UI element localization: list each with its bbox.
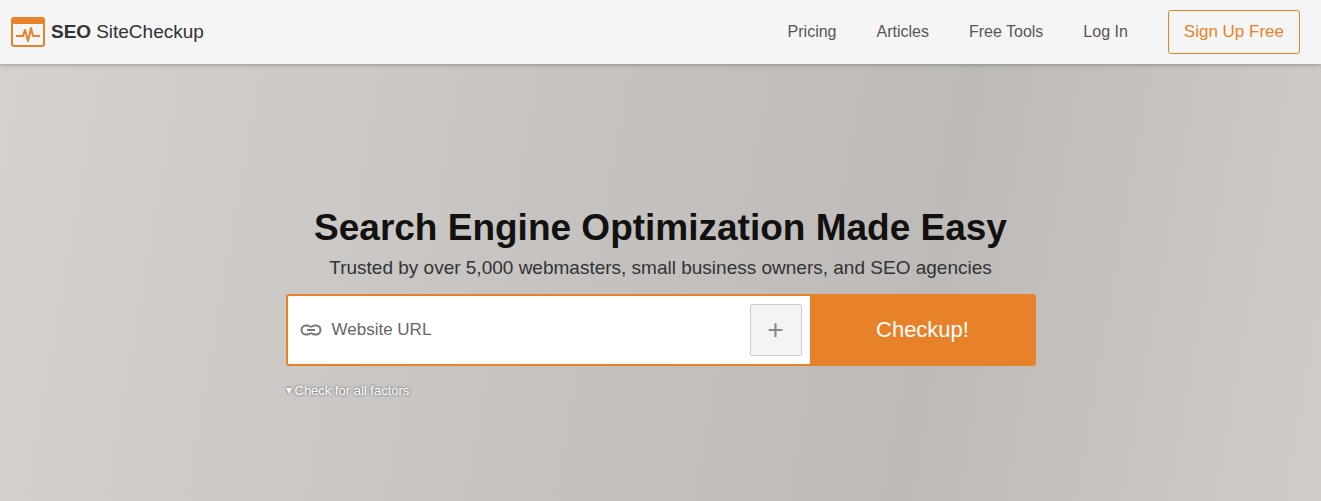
factors-toggle-row: ▾Check for all factors [286,380,1036,398]
hero-subtitle: Trusted by over 5,000 webmasters, small … [329,255,992,281]
hero: Search Engine Optimization Made Easy Trus… [0,64,1321,501]
checkup-button[interactable]: Checkup! [810,294,1036,366]
factors-toggle[interactable]: ▾Check for all factors [286,383,410,398]
url-field[interactable]: Website URL+ [286,294,810,366]
logo[interactable]: SEOSiteCheckup [11,17,204,47]
nav-link[interactable]: Pricing [788,23,837,41]
nav-link[interactable]: Free Tools [969,23,1043,41]
link-icon [300,324,322,336]
url-placeholder: Website URL [332,320,750,340]
logo-text: SiteCheckup [96,21,204,43]
header: SEOSiteCheckup Pricing Articles Free Tools L… [0,0,1321,64]
nav: Pricing Articles Free Tools Log In Sign Up F… [788,10,1300,54]
checkup-form: Website URL+Checkup! [286,294,1036,366]
signup-button[interactable]: Sign Up Free [1168,10,1300,54]
logo-bold-text: SEO [51,21,91,43]
page: SEOSiteCheckup Pricing Articles Free Tools L… [0,0,1321,501]
factors-toggle-text: Check for all factors [295,383,410,398]
hero-title: Search Engine Optimization Made Easy [314,205,1007,251]
pulse-monitor-icon [11,17,45,47]
nav-link[interactable]: Log In [1083,23,1127,41]
caret-down-icon: ▾ [286,383,292,397]
add-url-button[interactable]: + [750,304,802,356]
nav-link[interactable]: Articles [876,23,928,41]
